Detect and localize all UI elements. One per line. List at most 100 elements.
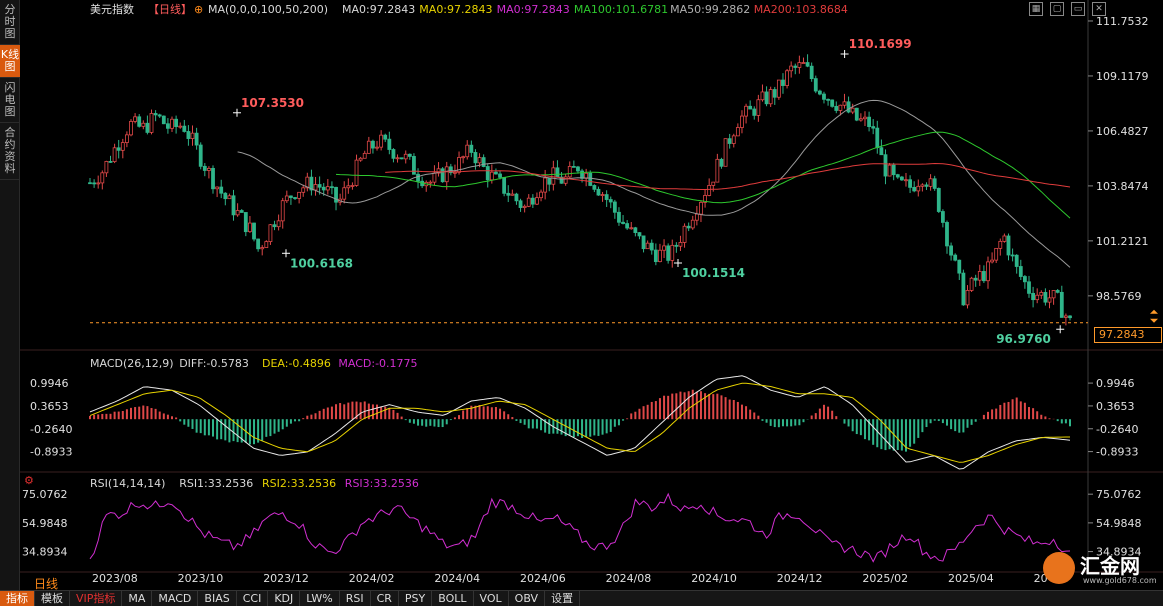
candle-body bbox=[100, 172, 105, 184]
toolbar-tab-obv[interactable]: OBV bbox=[509, 591, 546, 606]
candle-body bbox=[965, 290, 970, 306]
candle-body bbox=[809, 65, 814, 80]
candle-body bbox=[280, 200, 285, 222]
toolbar-tab-macd[interactable]: MACD bbox=[152, 591, 199, 606]
candle-body bbox=[846, 101, 851, 113]
rsi-ytick-label-right-0: 75.0762 bbox=[1096, 488, 1142, 501]
grid-icon[interactable]: ▦ bbox=[1029, 2, 1043, 16]
candle-body bbox=[879, 147, 884, 156]
candle-body bbox=[145, 122, 150, 133]
candle-body bbox=[555, 167, 560, 178]
candle-body bbox=[711, 181, 716, 186]
candle-body bbox=[576, 166, 580, 172]
candle-body bbox=[768, 89, 773, 105]
candle-body bbox=[375, 146, 379, 149]
annotation-0: 107.3530 bbox=[241, 96, 304, 110]
x-tick-label-6: 2024/08 bbox=[606, 572, 652, 585]
candle-body bbox=[920, 184, 925, 187]
x-tick-label-1: 2023/10 bbox=[178, 572, 224, 585]
annotation-1: 110.1699 bbox=[849, 37, 912, 51]
candle-body bbox=[817, 90, 822, 95]
rsi-legend-3: RSI3:33.2536 bbox=[345, 477, 419, 490]
toolbar-tab-设置[interactable]: 设置 bbox=[545, 591, 581, 606]
header-legend-2: MA0:97.2843 bbox=[419, 3, 492, 16]
toolbar-tab-指标[interactable]: 指标 bbox=[0, 591, 35, 606]
candle-body bbox=[961, 272, 966, 306]
candle-body bbox=[506, 192, 511, 196]
candle-body bbox=[321, 186, 326, 191]
toolbar-tab-cci[interactable]: CCI bbox=[237, 591, 269, 606]
candle-body bbox=[838, 104, 843, 111]
candle-body bbox=[707, 185, 712, 196]
toolbar-tab-bias[interactable]: BIAS bbox=[198, 591, 237, 606]
toolbar-tab-rsi[interactable]: RSI bbox=[340, 591, 371, 606]
toolbar-tab-kdj[interactable]: KDJ bbox=[268, 591, 301, 606]
sidebar-tab-2[interactable]: 闪电图 bbox=[0, 78, 20, 123]
macd-legend-3: MACD:-0.1775 bbox=[338, 357, 417, 370]
candle-body bbox=[653, 249, 658, 263]
macd-ytick-label-1: 0.3653 bbox=[30, 400, 69, 413]
candle-body bbox=[1055, 290, 1060, 293]
candle-body bbox=[772, 89, 777, 98]
toolbar-tab-vip指标[interactable]: VIP指标 bbox=[70, 591, 123, 606]
annotation-2: 100.6168 bbox=[290, 256, 353, 270]
candle-body bbox=[211, 167, 215, 190]
candle-body bbox=[863, 116, 867, 120]
macd-legend-2: DEA:-0.4896 bbox=[262, 357, 331, 370]
toolbar-tab-cr[interactable]: CR bbox=[371, 591, 399, 606]
sidebar-tab-1[interactable]: K线图 bbox=[0, 45, 20, 78]
candle-body bbox=[658, 249, 662, 263]
candle-body bbox=[477, 157, 482, 164]
candle-body bbox=[895, 174, 900, 178]
candle-body bbox=[953, 254, 958, 261]
candle-body bbox=[416, 173, 420, 182]
candle-body bbox=[153, 113, 158, 116]
close-icon[interactable]: ✕ bbox=[1092, 2, 1106, 16]
window-icon[interactable]: ▢ bbox=[1050, 2, 1064, 16]
candle-body bbox=[366, 140, 371, 154]
main-ytick-label-5: 98.5769 bbox=[1096, 290, 1142, 303]
candle-body bbox=[108, 161, 113, 163]
macd-legend-1: DIFF:-0.5783 bbox=[179, 357, 249, 370]
toolbar-tab-lw%[interactable]: LW% bbox=[300, 591, 340, 606]
candle-body bbox=[1039, 292, 1044, 296]
candle-body bbox=[776, 79, 781, 98]
candle-body bbox=[973, 277, 978, 281]
sidebar-tab-0[interactable]: 分时图 bbox=[0, 0, 20, 45]
candle-body bbox=[227, 195, 232, 200]
candle-body bbox=[822, 93, 826, 100]
logo-url: www.gold678.com bbox=[1083, 576, 1157, 585]
candle-body bbox=[137, 116, 142, 127]
toolbar-tab-psy[interactable]: PSY bbox=[399, 591, 433, 606]
sidebar-tab-3[interactable]: 合约资料 bbox=[0, 123, 20, 180]
candle-body bbox=[407, 153, 412, 157]
x-tick-label-3: 2024/02 bbox=[349, 572, 395, 585]
candle-body bbox=[346, 185, 351, 189]
header-legend-3: MA0:97.2843 bbox=[497, 3, 570, 16]
candle-body bbox=[391, 149, 396, 159]
candle-body bbox=[293, 197, 297, 199]
toolbar-tab-vol[interactable]: VOL bbox=[474, 591, 509, 606]
candle-body bbox=[805, 62, 810, 67]
candle-body bbox=[120, 142, 125, 151]
chart-area[interactable]: 美元指数 【日线】 ⊕ MA(0,0,0,100,50,200) MA0:97.2843… bbox=[20, 0, 1163, 590]
candle-body bbox=[608, 199, 613, 203]
candle-body bbox=[330, 186, 334, 189]
candle-body bbox=[92, 182, 97, 185]
candle-body bbox=[764, 91, 769, 105]
candle-body bbox=[518, 200, 523, 208]
toolbar-tab-模板[interactable]: 模板 bbox=[35, 591, 70, 606]
toolbar-tab-ma[interactable]: MA bbox=[122, 591, 153, 606]
candle-body bbox=[1035, 294, 1040, 301]
candle-body bbox=[904, 179, 908, 182]
candle-body bbox=[674, 244, 679, 247]
rsi-ytick-label-1: 54.9848 bbox=[22, 517, 68, 530]
candle-body bbox=[986, 261, 990, 282]
candle-body bbox=[813, 78, 818, 92]
candle-body bbox=[1027, 281, 1031, 294]
minimize-icon[interactable]: ▭ bbox=[1071, 2, 1085, 16]
candle-body bbox=[473, 152, 478, 164]
settings-icon[interactable]: ⚙ bbox=[24, 474, 34, 487]
candle-body bbox=[633, 227, 638, 234]
toolbar-tab-boll[interactable]: BOLL bbox=[432, 591, 474, 606]
